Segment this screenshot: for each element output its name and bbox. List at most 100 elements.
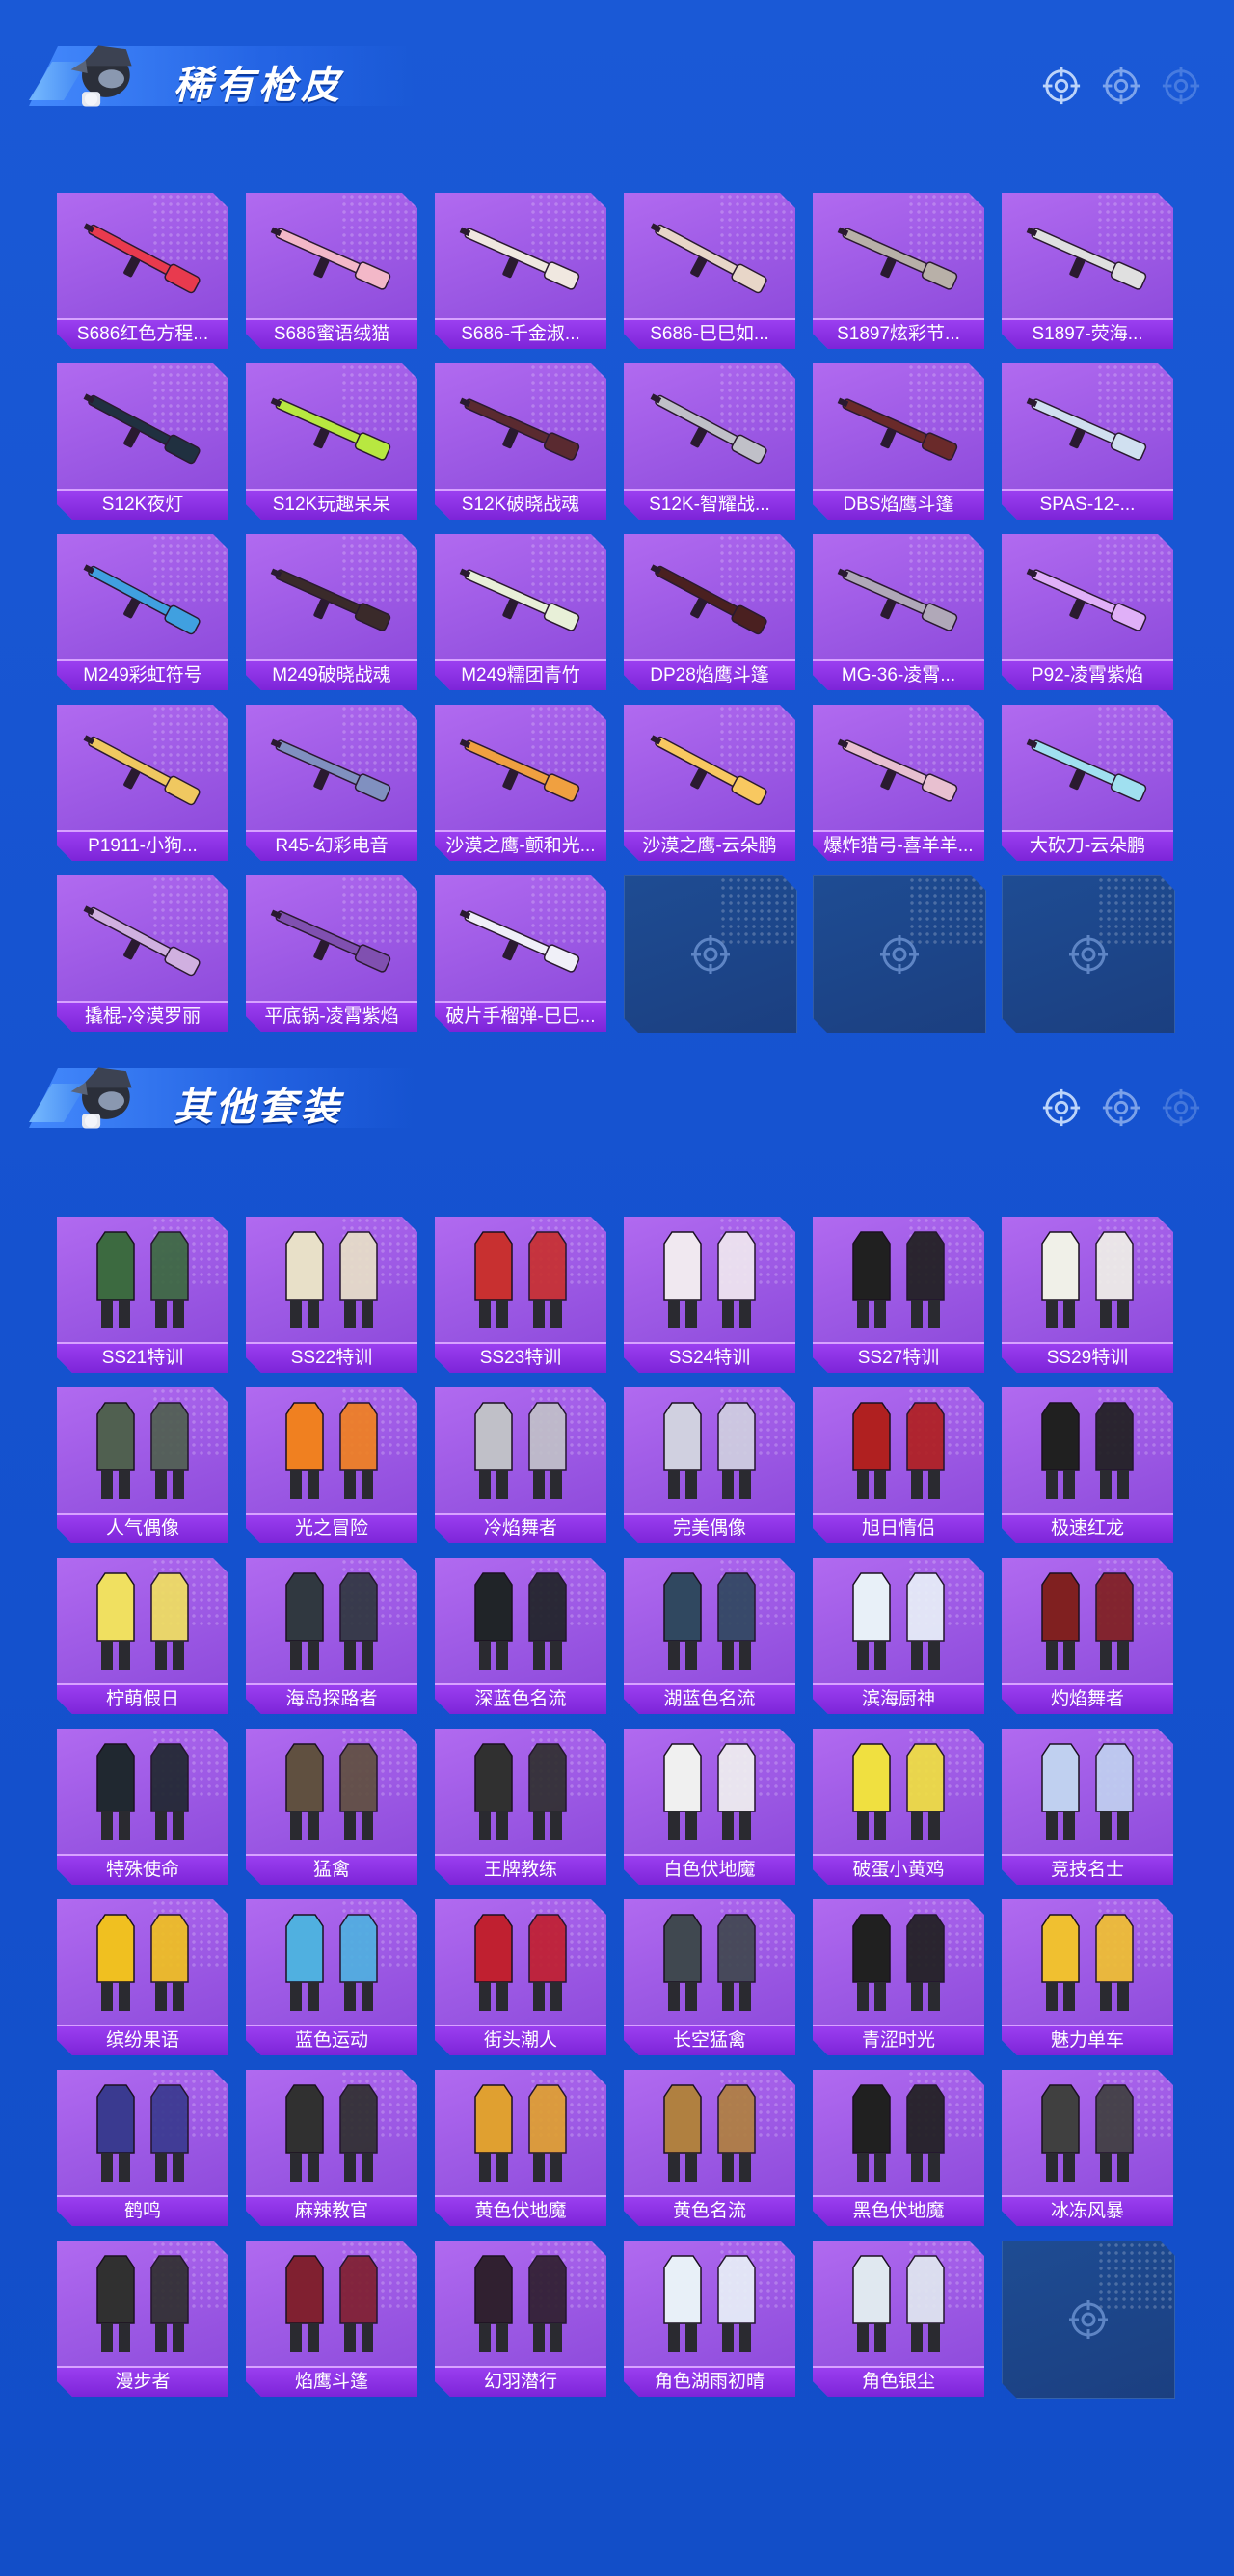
gun-skin-image <box>444 711 597 826</box>
gun-skin-card[interactable]: 破片手榴弹-巳巳... <box>435 875 606 1032</box>
gun-skin-image <box>822 369 975 485</box>
outfit-card[interactable]: 深蓝色名流 <box>435 1558 606 1714</box>
gun-skin-card[interactable]: S12K破晓战魂 <box>435 363 606 520</box>
gun-skin-card[interactable]: 沙漠之鹰-颤和光... <box>435 705 606 861</box>
gun-skin-card[interactable]: S686-巳巳如... <box>624 193 795 349</box>
outfit-image <box>822 1905 975 2021</box>
outfit-card[interactable]: 黑色伏地魔 <box>813 2070 984 2226</box>
outfit-card[interactable]: 幻羽潜行 <box>435 2241 606 2397</box>
gun-skin-card[interactable]: R45-幻彩电音 <box>246 705 417 861</box>
outfit-card[interactable]: 竞技名士 <box>1002 1729 1173 1885</box>
gun-skin-card[interactable]: S12K-智耀战... <box>624 363 795 520</box>
gun-skin-image <box>255 199 408 314</box>
gun-skin-card[interactable]: P1911-小狗... <box>57 705 228 861</box>
item-name: DP28焰鹰斗篷 <box>624 659 795 690</box>
outfit-card[interactable]: 破蛋小黄鸡 <box>813 1729 984 1885</box>
outfit-card[interactable]: 滨海厨神 <box>813 1558 984 1714</box>
outfit-card[interactable]: 鹤鸣 <box>57 2070 228 2226</box>
item-name: 沙漠之鹰-颤和光... <box>435 830 606 861</box>
item-name: 人气偶像 <box>57 1513 228 1543</box>
gun-skin-card[interactable]: 平底锅-凌霄紫焰 <box>246 875 417 1032</box>
outfit-card[interactable]: 极速红龙 <box>1002 1387 1173 1543</box>
outfit-card[interactable]: 旭日情侣 <box>813 1387 984 1543</box>
gun-skin-image <box>1011 199 1164 314</box>
section-title: 其他套装 <box>174 1087 343 1129</box>
outfit-image <box>1011 1734 1164 1850</box>
gun-skin-card[interactable]: S686-千金淑... <box>435 193 606 349</box>
outfit-card[interactable]: SS29特训 <box>1002 1217 1173 1373</box>
outfit-card[interactable]: SS24特训 <box>624 1217 795 1373</box>
outfit-card[interactable]: SS22特训 <box>246 1217 417 1373</box>
item-name: S686-千金淑... <box>435 318 606 349</box>
gun-skin-card[interactable]: S686红色方程... <box>57 193 228 349</box>
outfit-card[interactable]: 完美偶像 <box>624 1387 795 1543</box>
outfit-card[interactable]: 街头潮人 <box>435 1899 606 2055</box>
gun-skin-card[interactable]: M249彩虹符号 <box>57 534 228 690</box>
gun-skin-card[interactable]: 撬棍-冷漠罗丽 <box>57 875 228 1032</box>
item-name: SS29特训 <box>1002 1342 1173 1373</box>
item-grid: S686红色方程... S686蜜语绒猫 S686-千金淑... S686-巳巳… <box>57 193 1173 1033</box>
outfit-card[interactable]: 焰鹰斗篷 <box>246 2241 417 2397</box>
outfit-card[interactable]: 冷焰舞者 <box>435 1387 606 1543</box>
outfit-card[interactable]: SS21特训 <box>57 1217 228 1373</box>
outfit-image <box>633 1564 786 1679</box>
outfit-image <box>67 1905 219 2021</box>
gun-skin-card[interactable]: S686蜜语绒猫 <box>246 193 417 349</box>
outfit-card[interactable]: 灼焰舞者 <box>1002 1558 1173 1714</box>
outfit-image <box>822 1564 975 1679</box>
outfit-card[interactable]: 漫步者 <box>57 2241 228 2397</box>
outfit-card[interactable]: 长空猛禽 <box>624 1899 795 2055</box>
item-name: 猛禽 <box>246 1854 417 1885</box>
outfit-image <box>444 1905 597 2021</box>
outfit-image <box>255 2076 408 2191</box>
item-name: 青涩时光 <box>813 2025 984 2055</box>
outfit-card[interactable]: 黄色伏地魔 <box>435 2070 606 2226</box>
gun-skin-card[interactable]: MG-36-凌霄... <box>813 534 984 690</box>
outfit-card[interactable]: 海岛探路者 <box>246 1558 417 1714</box>
header-deco-icons <box>1041 66 1201 106</box>
gun-skin-image <box>255 881 408 997</box>
gun-skin-card[interactable]: S12K玩趣呆呆 <box>246 363 417 520</box>
outfit-card[interactable]: 王牌教练 <box>435 1729 606 1885</box>
outfit-image <box>633 1734 786 1850</box>
outfit-card[interactable]: 柠萌假日 <box>57 1558 228 1714</box>
crosshair-icon <box>1067 933 1110 976</box>
gun-skin-card[interactable]: S12K夜灯 <box>57 363 228 520</box>
outfit-card[interactable]: 白色伏地魔 <box>624 1729 795 1885</box>
outfit-card[interactable]: 魅力单车 <box>1002 1899 1173 2055</box>
outfit-card[interactable]: 光之冒险 <box>246 1387 417 1543</box>
gun-skin-card[interactable]: 爆炸猎弓-喜羊羊... <box>813 705 984 861</box>
outfit-image <box>1011 1905 1164 2021</box>
gun-skin-card[interactable]: M249破晓战魂 <box>246 534 417 690</box>
outfit-card[interactable]: 猛禽 <box>246 1729 417 1885</box>
gun-skin-card[interactable]: DP28焰鹰斗篷 <box>624 534 795 690</box>
outfit-card[interactable]: 湖蓝色名流 <box>624 1558 795 1714</box>
gun-skin-card[interactable]: 大砍刀-云朵鹏 <box>1002 705 1173 861</box>
outfit-image <box>444 1564 597 1679</box>
outfit-card[interactable]: 蓝色运动 <box>246 1899 417 2055</box>
outfit-card[interactable]: 冰冻风暴 <box>1002 2070 1173 2226</box>
outfit-card[interactable]: SS23特训 <box>435 1217 606 1373</box>
outfit-image <box>822 2076 975 2191</box>
gun-skin-card[interactable]: DBS焰鹰斗篷 <box>813 363 984 520</box>
outfit-card[interactable]: 青涩时光 <box>813 1899 984 2055</box>
outfit-image <box>822 1734 975 1850</box>
outfit-card[interactable]: 人气偶像 <box>57 1387 228 1543</box>
gun-skin-card[interactable]: S1897炫彩节... <box>813 193 984 349</box>
outfit-card[interactable]: SS27特训 <box>813 1217 984 1373</box>
gun-skin-card[interactable]: S1897-荧海... <box>1002 193 1173 349</box>
outfit-card[interactable]: 特殊使命 <box>57 1729 228 1885</box>
outfit-card[interactable]: 角色湖雨初晴 <box>624 2241 795 2397</box>
gun-skin-card[interactable]: M249糯团青竹 <box>435 534 606 690</box>
item-name: 湖蓝色名流 <box>624 1683 795 1714</box>
empty-slot <box>624 875 797 1033</box>
item-name: 大砍刀-云朵鹏 <box>1002 830 1173 861</box>
outfit-card[interactable]: 缤纷果语 <box>57 1899 228 2055</box>
outfit-card[interactable]: 黄色名流 <box>624 2070 795 2226</box>
item-name: 黄色名流 <box>624 2195 795 2226</box>
gun-skin-card[interactable]: SPAS-12-... <box>1002 363 1173 520</box>
outfit-card[interactable]: 麻辣教官 <box>246 2070 417 2226</box>
outfit-card[interactable]: 角色银尘 <box>813 2241 984 2397</box>
gun-skin-card[interactable]: 沙漠之鹰-云朵鹏 <box>624 705 795 861</box>
gun-skin-card[interactable]: P92-凌霄紫焰 <box>1002 534 1173 690</box>
